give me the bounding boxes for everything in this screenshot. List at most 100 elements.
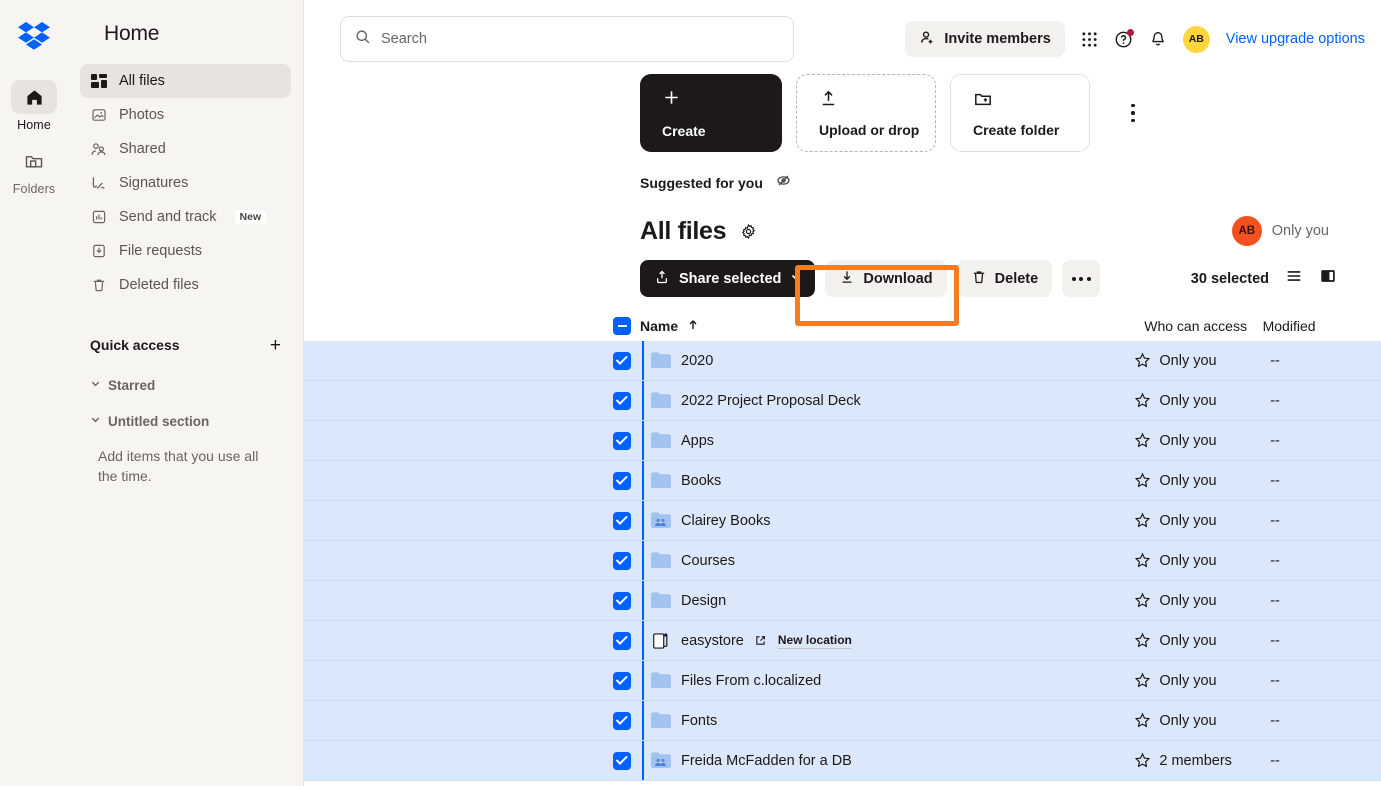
table-row[interactable]: Clairey Books Only you --: [304, 501, 1381, 541]
file-name[interactable]: 2022 Project Proposal Deck: [681, 393, 861, 409]
user-avatar[interactable]: AB: [1182, 25, 1210, 53]
help-circle-icon[interactable]: [1114, 28, 1134, 49]
row-checkbox[interactable]: [613, 711, 631, 730]
sidebar-item-shared[interactable]: Shared: [80, 132, 291, 166]
apps-grid-icon[interactable]: [1081, 31, 1098, 48]
row-checkbox[interactable]: [613, 551, 631, 570]
file-name[interactable]: Clairey Books: [681, 513, 770, 529]
search-input[interactable]: [381, 31, 779, 47]
dropbox-logo[interactable]: [16, 18, 52, 54]
row-checkbox[interactable]: [613, 631, 631, 650]
create-button[interactable]: Create: [640, 74, 782, 152]
sidebar-item-all-files[interactable]: All files: [80, 64, 291, 98]
chevron-down-icon: [90, 412, 101, 430]
table-row[interactable]: Apps Only you --: [304, 421, 1381, 461]
select-all-checkbox[interactable]: [613, 317, 631, 335]
star-icon[interactable]: [1134, 632, 1159, 649]
delete-button[interactable]: Delete: [956, 260, 1053, 297]
sidebar-item-signatures[interactable]: Signatures: [80, 166, 291, 200]
row-checkbox[interactable]: [613, 671, 631, 690]
cell-name: easystore New location: [631, 631, 1134, 651]
split-pane-icon[interactable]: [1319, 267, 1337, 290]
cell-who-can-access: Only you: [1159, 512, 1217, 529]
rail-item-label: Home: [17, 118, 51, 132]
star-icon[interactable]: [1134, 432, 1159, 449]
file-name[interactable]: 2020: [681, 353, 713, 369]
table-row[interactable]: 2020 Only you --: [304, 341, 1381, 381]
table-row[interactable]: easystore New location Only you --: [304, 621, 1381, 661]
section-label: Starred: [108, 377, 156, 393]
cell-modified: --: [1270, 672, 1280, 689]
invite-members-button[interactable]: Invite members: [905, 21, 1065, 57]
create-folder-button[interactable]: Create folder: [950, 74, 1090, 152]
delete-label: Delete: [994, 270, 1039, 287]
star-icon[interactable]: [1134, 592, 1159, 609]
share-selected-button[interactable]: Share selected: [640, 260, 816, 297]
sidebar-item-file-requests[interactable]: File requests: [80, 234, 291, 268]
row-checkbox[interactable]: [613, 351, 631, 370]
download-button[interactable]: Download: [825, 260, 947, 297]
row-checkbox[interactable]: [613, 431, 631, 450]
table-row[interactable]: Fonts Only you --: [304, 701, 1381, 741]
row-checkbox[interactable]: [613, 471, 631, 490]
add-quick-access-button[interactable]: +: [270, 336, 281, 355]
file-name[interactable]: Fonts: [681, 713, 717, 729]
gear-icon[interactable]: [740, 223, 757, 240]
upload-icon: [819, 90, 838, 112]
sidebar-item-send-and-track[interactable]: Send and track New: [80, 200, 291, 234]
star-icon[interactable]: [1134, 352, 1159, 369]
more-vertical-icon[interactable]: [1120, 93, 1146, 133]
file-name[interactable]: easystore: [681, 633, 744, 649]
more-horizontal-icon[interactable]: [1062, 260, 1101, 297]
quick-access-section-untitled[interactable]: Untitled section: [68, 412, 303, 430]
row-checkbox[interactable]: [613, 511, 631, 530]
send-and-track-icon: [90, 209, 107, 226]
row-checkbox[interactable]: [613, 751, 631, 770]
file-name[interactable]: Courses: [681, 553, 735, 569]
all-files-icon: [90, 73, 107, 90]
view-upgrade-options-link[interactable]: View upgrade options: [1226, 31, 1365, 47]
notification-bell-icon[interactable]: [1149, 30, 1167, 48]
invite-members-label: Invite members: [944, 31, 1051, 47]
row-checkbox[interactable]: [613, 391, 631, 410]
table-row[interactable]: Freida McFadden for a DB 2 members --: [304, 741, 1381, 781]
column-header-modified[interactable]: Modified: [1263, 318, 1381, 334]
sidebar-item-label: All files: [119, 73, 165, 89]
rail-item-folders[interactable]: Folders: [6, 144, 62, 196]
sidebar-item-deleted-files[interactable]: Deleted files: [80, 268, 291, 302]
table-row[interactable]: 2022 Project Proposal Deck Only you --: [304, 381, 1381, 421]
shared-icon: [90, 141, 107, 158]
search-bar[interactable]: [340, 16, 794, 62]
table-row[interactable]: Design Only you --: [304, 581, 1381, 621]
star-icon[interactable]: [1134, 392, 1159, 409]
star-icon[interactable]: [1134, 472, 1159, 489]
table-row[interactable]: Files From c.localized Only you --: [304, 661, 1381, 701]
table-row[interactable]: Books Only you --: [304, 461, 1381, 501]
quick-access-section-starred[interactable]: Starred: [68, 376, 303, 394]
suggested-label: Suggested for you: [640, 175, 763, 191]
row-checkbox[interactable]: [613, 591, 631, 610]
upload-or-drop-button[interactable]: Upload or drop: [796, 74, 936, 152]
list-view-icon[interactable]: [1285, 267, 1303, 290]
star-icon[interactable]: [1134, 552, 1159, 569]
table-row[interactable]: Courses Only you --: [304, 541, 1381, 581]
file-name[interactable]: Books: [681, 473, 721, 489]
folder-owner-avatar[interactable]: AB: [1231, 216, 1262, 246]
file-name[interactable]: Design: [681, 593, 726, 609]
cell-who-can-access: Only you: [1159, 552, 1217, 569]
file-name[interactable]: Apps: [681, 433, 714, 449]
column-header-name[interactable]: Name: [613, 317, 1144, 335]
selected-count: 30 selected: [1190, 270, 1269, 287]
eye-off-icon[interactable]: [775, 172, 792, 194]
sidebar-item-photos[interactable]: Photos: [80, 98, 291, 132]
file-name[interactable]: Freida McFadden for a DB: [681, 753, 852, 769]
rail-item-home[interactable]: Home: [6, 80, 62, 132]
star-icon[interactable]: [1134, 752, 1159, 769]
star-icon[interactable]: [1134, 672, 1159, 689]
column-header-access[interactable]: Who can access: [1144, 318, 1262, 334]
cell-who-can-access: Only you: [1159, 352, 1217, 369]
file-name[interactable]: Files From c.localized: [681, 673, 821, 689]
cell-name: 2020: [631, 351, 1134, 371]
star-icon[interactable]: [1134, 512, 1159, 529]
star-icon[interactable]: [1134, 712, 1159, 729]
